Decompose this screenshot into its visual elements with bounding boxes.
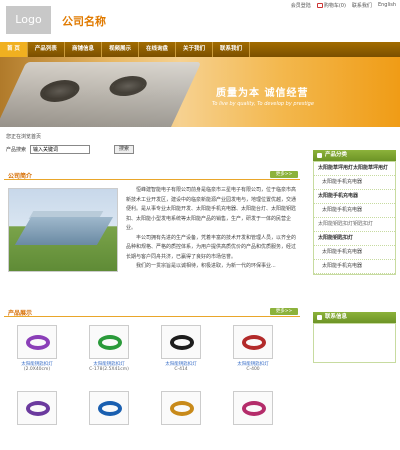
intro-more-button[interactable]: 更多>> — [270, 171, 298, 178]
top-links: 会员登陆 购物车(0) 联系我们 English — [291, 2, 396, 9]
category-item[interactable]: 太阳能钥匙扣灯 — [314, 232, 395, 246]
product-image — [242, 401, 266, 416]
main-nav: 首 页 产品列表 商铺信息 视频展示 在线询盘 关于我们 联系我们 — [0, 42, 400, 57]
products-more-button[interactable]: 更多>> — [270, 308, 298, 315]
product-image — [242, 335, 266, 350]
nav-about[interactable]: 关于我们 — [176, 42, 213, 57]
company-name: 公司名称 — [62, 15, 106, 28]
logo[interactable]: Logo — [6, 6, 51, 34]
product-thumbnail[interactable] — [233, 325, 273, 359]
search-label: 产品搜索 — [6, 146, 27, 153]
product-image — [98, 401, 122, 416]
product-image — [170, 335, 194, 350]
intro-section-header: 公司简介 更多>> — [4, 169, 300, 180]
product-code: (2.0X40cm) — [23, 367, 51, 372]
intro-text: 恒峰建智能电子有限公司前身是临泉市三星电子有限公司，位于临泉市高新技术工业开发区… — [126, 186, 298, 272]
factory-image — [8, 188, 118, 272]
nav-video[interactable]: 视频展示 — [102, 42, 139, 57]
banner: 质量为本 诚信经营 To live by quality, To develop… — [0, 57, 400, 127]
nav-home[interactable]: 首 页 — [0, 42, 28, 57]
category-item[interactable]: 太阳能钥匙扣灯钥匙扣灯 — [314, 218, 395, 232]
product-thumbnail[interactable] — [17, 325, 57, 359]
nav-contact[interactable]: 联系我们 — [213, 42, 251, 57]
intro-paragraph: 我们的一贯宗旨是以诚相待，积极进取，为新一代的环保事业... — [136, 263, 276, 269]
contact-box — [313, 323, 396, 363]
search-button[interactable]: 搜索 — [114, 144, 135, 154]
nav-shop-info[interactable]: 商铺信息 — [65, 42, 102, 57]
product-thumbnail[interactable] — [233, 391, 273, 425]
burner-image — [35, 80, 84, 102]
bullet-icon — [317, 153, 322, 158]
intro-heading: 公司简介 — [8, 173, 33, 180]
product-image — [98, 335, 122, 350]
cart-icon — [316, 3, 323, 8]
category-item[interactable]: 太阳能手机充电器 — [314, 190, 395, 204]
category-item[interactable]: 太阳能手机充电器 — [314, 246, 395, 260]
category-item[interactable]: 太阳能手机充电器 — [314, 204, 395, 218]
stove-image — [0, 62, 202, 127]
contact-header: 联系信息 — [313, 312, 396, 323]
cart-count: (0) — [338, 3, 346, 9]
category-item[interactable]: 太阳能手机充电器 — [314, 260, 395, 274]
cart-label: 购物车 — [323, 3, 339, 9]
search-input[interactable] — [30, 144, 91, 154]
breadcrumb: 您正在浏览首页 — [6, 134, 42, 140]
category-item[interactable]: 太阳能手机充电器 — [314, 176, 395, 190]
products-heading: 产品展示 — [8, 310, 33, 317]
product-card[interactable]: 太阳能钥匙扣灯 C-414 — [152, 325, 210, 372]
product-card[interactable]: 太阳能钥匙扣灯 (2.0X40cm) — [8, 325, 66, 372]
nav-inquiry[interactable]: 在线询盘 — [139, 42, 176, 57]
product-image — [26, 335, 50, 350]
member-login-link[interactable]: 会员登陆 — [291, 2, 311, 9]
product-thumbnail[interactable] — [17, 391, 57, 425]
header: Logo 公司名称 会员登陆 购物车(0) 联系我们 English — [0, 0, 400, 42]
product-card[interactable] — [8, 391, 66, 427]
category-list: 太阳能草坪用灯太阳能草坪用灯 太阳能手机充电器 太阳能手机充电器 太阳能手机充电… — [313, 161, 396, 275]
contact-title: 联系信息 — [325, 314, 348, 320]
english-link[interactable]: English — [378, 2, 396, 9]
product-thumbnail[interactable] — [89, 325, 129, 359]
category-header: 产品分类 — [313, 150, 396, 161]
cart-link[interactable]: 购物车(0) — [316, 2, 346, 9]
product-image — [170, 401, 194, 416]
category-item[interactable]: 太阳能草坪用灯太阳能草坪用灯 — [314, 162, 395, 176]
product-card[interactable] — [80, 391, 138, 427]
product-card[interactable]: 太阳能钥匙扣灯 C-400 — [224, 325, 282, 372]
category-title: 产品分类 — [325, 152, 348, 158]
product-code: C-414 — [174, 367, 188, 372]
contact-link[interactable]: 联系我们 — [352, 2, 372, 9]
product-code: C-400 — [246, 367, 260, 372]
banner-title: 质量为本 诚信经营 — [216, 88, 309, 99]
intro-paragraph: 丰公司拥有先进的生产设备，凭着丰富的技术开发和管理人员，以齐全的品种和规格、严格… — [126, 234, 297, 260]
banner-subtitle: To live by quality, To develop by presti… — [212, 101, 314, 107]
nav-products[interactable]: 产品列表 — [28, 42, 65, 57]
factory-building — [14, 217, 114, 245]
product-card[interactable]: 太阳能钥匙扣灯 C-178(2.5X41cm) — [80, 325, 138, 372]
product-image — [26, 401, 50, 416]
product-card[interactable] — [152, 391, 210, 427]
burner-image — [105, 76, 151, 96]
product-code: C-178(2.5X41cm) — [89, 367, 129, 372]
product-thumbnail[interactable] — [161, 325, 201, 359]
bullet-icon — [317, 315, 322, 320]
product-card[interactable] — [224, 391, 282, 427]
product-thumbnail[interactable] — [161, 391, 201, 425]
products-section-header: 产品展示 更多>> — [4, 306, 300, 317]
search-bar: 产品搜索 搜索 — [6, 143, 300, 155]
product-thumbnail[interactable] — [89, 391, 129, 425]
intro-paragraph: 恒峰建智能电子有限公司前身是临泉市三星电子有限公司，位于临泉市高新技术工业开发区… — [126, 187, 297, 231]
